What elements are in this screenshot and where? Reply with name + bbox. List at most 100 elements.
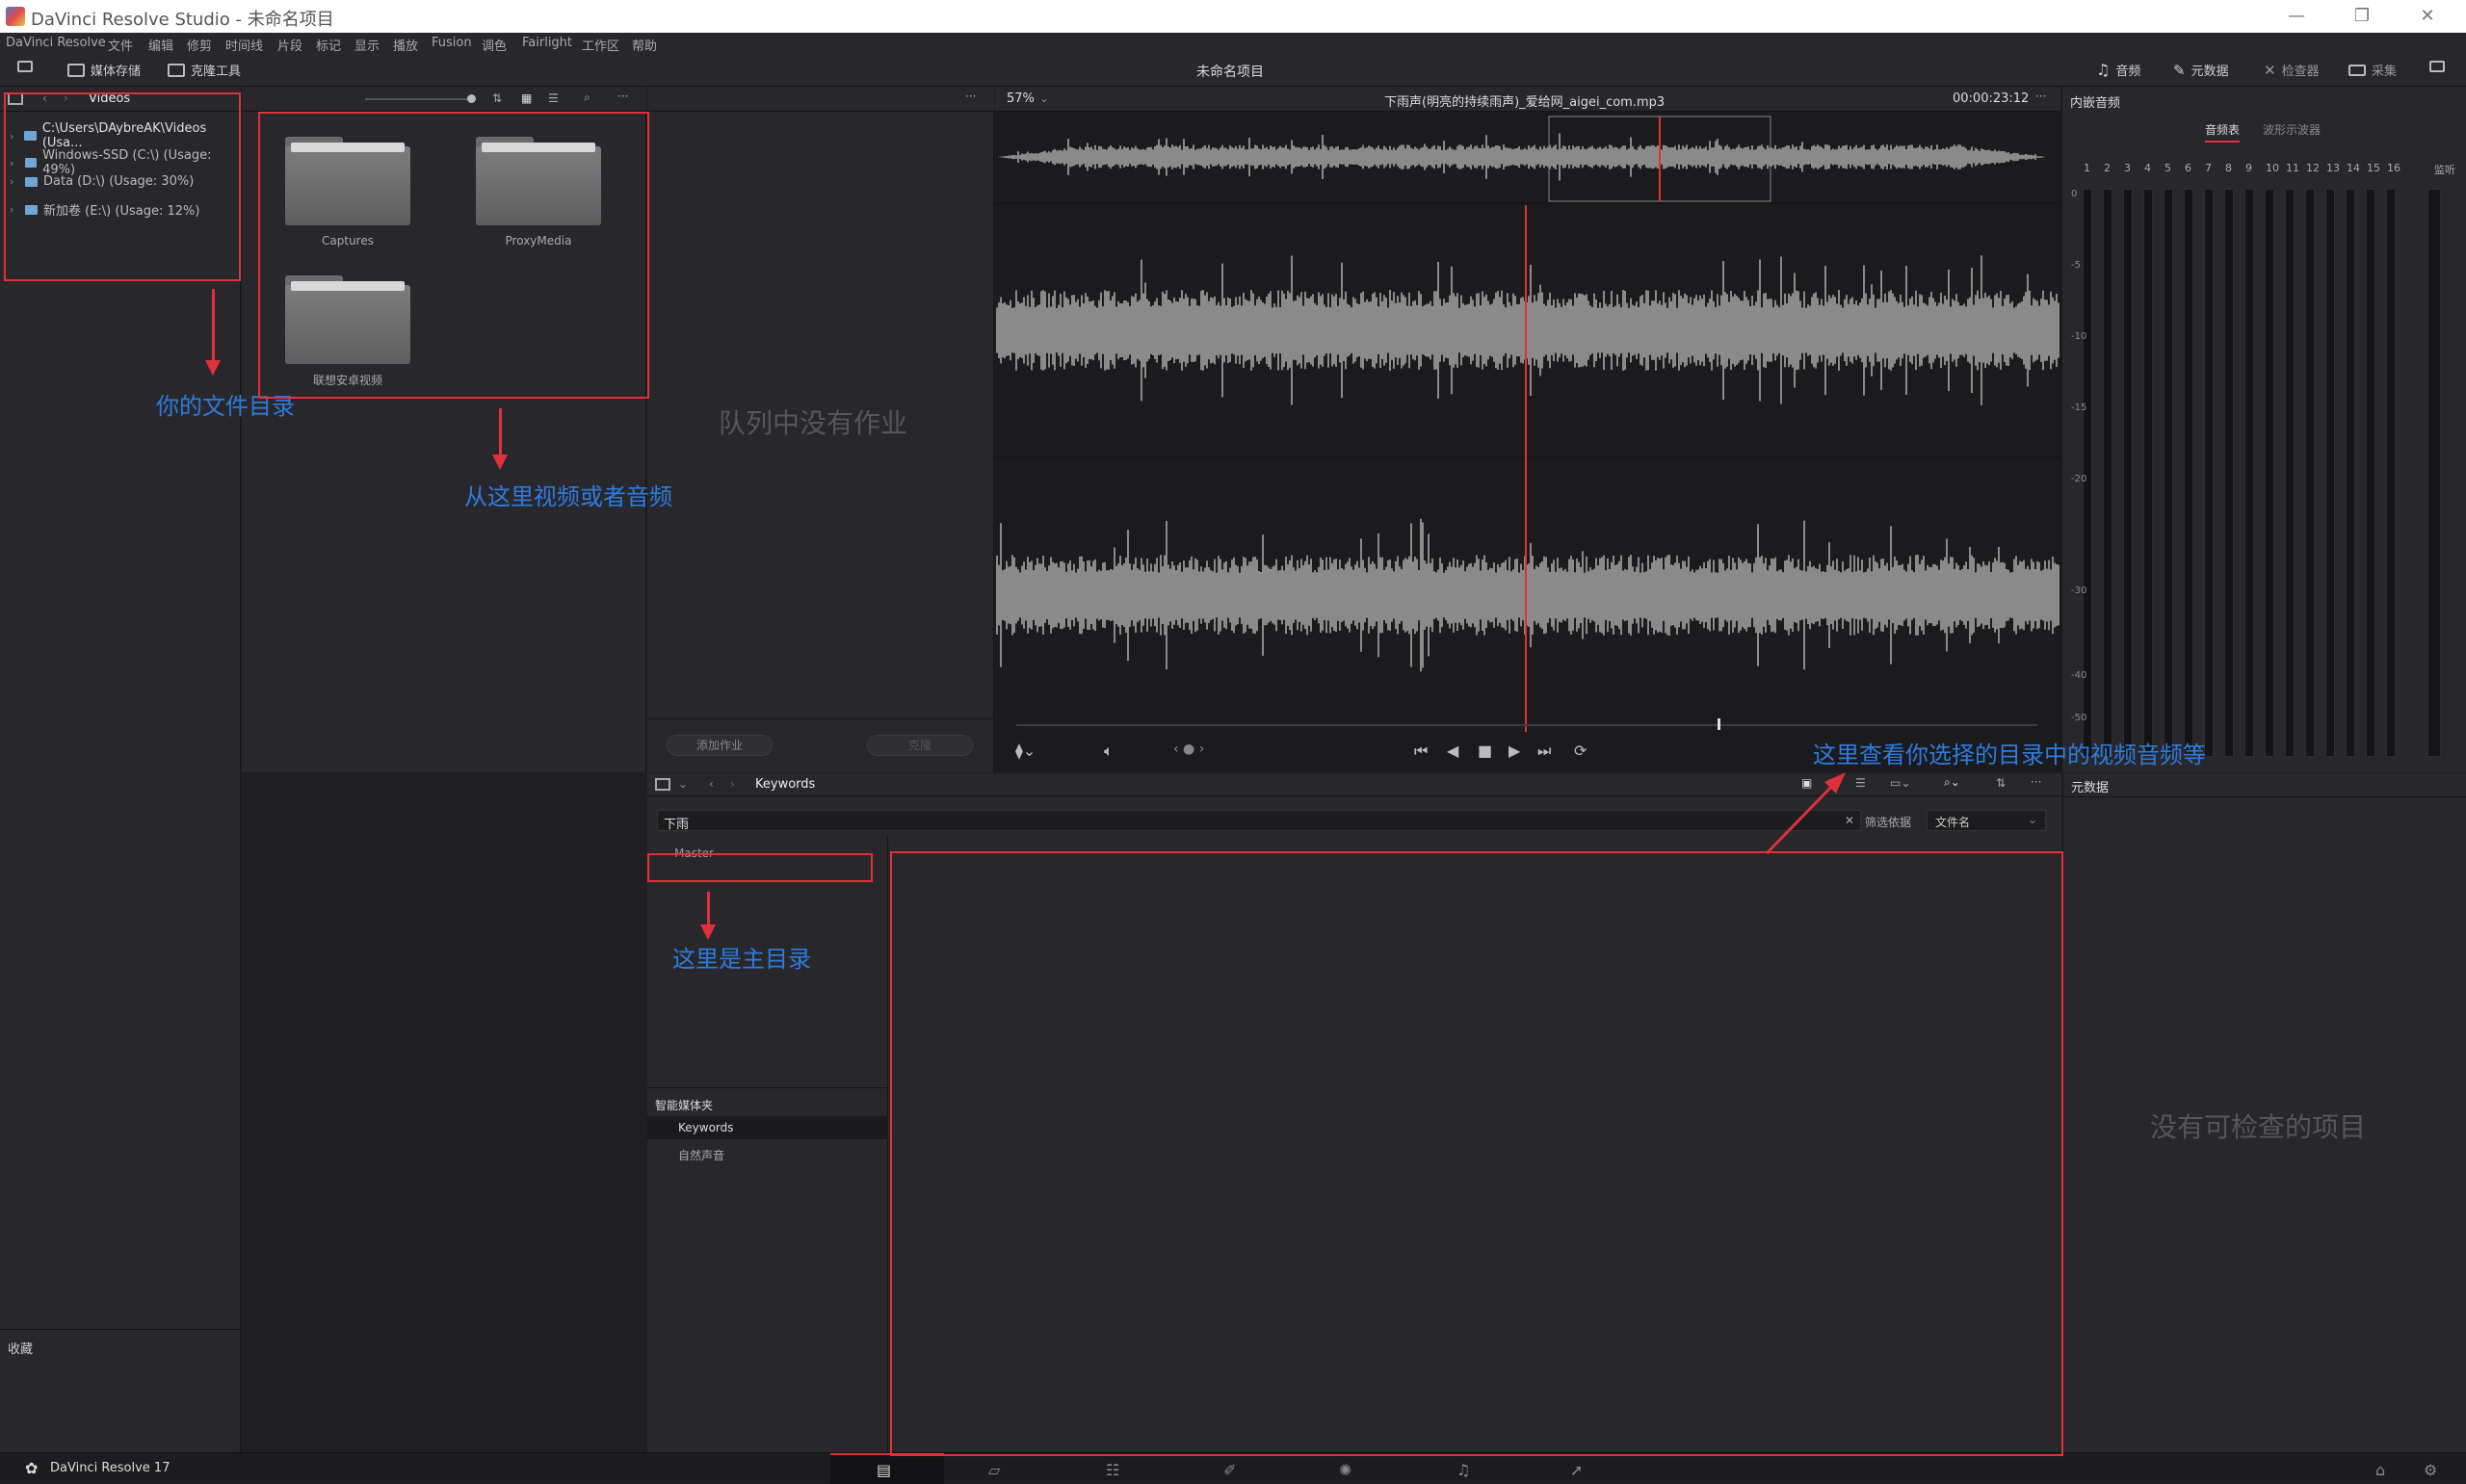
forward-arrow-icon[interactable]: › — [730, 777, 735, 791]
fusion-page-icon[interactable]: ✐ — [1223, 1461, 1236, 1479]
play-icon[interactable]: ▶ — [1508, 742, 1520, 760]
metadata-view-icon[interactable]: ▭⌄ — [1890, 776, 1910, 790]
zoom-slider-handle[interactable] — [467, 94, 476, 103]
fairlight-page-icon[interactable]: ♫ — [1456, 1461, 1470, 1479]
meter-channel-label: 11 — [2286, 162, 2299, 174]
chevron-down-icon[interactable]: ⌄ — [678, 777, 688, 791]
timecode-display: 00:00:23:12 — [1953, 91, 2030, 106]
inspector-button[interactable]: ✕ 检查器 — [2264, 61, 2320, 80]
menu-timeline[interactable]: 时间线 — [225, 36, 263, 54]
clone-button[interactable]: 克隆 — [867, 735, 973, 756]
step-back-icon[interactable]: ◀ — [1447, 742, 1458, 760]
stop-icon[interactable]: ■ — [1478, 742, 1492, 760]
menu-fairlight[interactable]: Fairlight — [522, 36, 572, 50]
monitor-meter — [2427, 189, 2441, 757]
capture-button[interactable]: 采集 — [2348, 61, 2397, 79]
clone-tool-button[interactable]: 克隆工具 — [168, 61, 241, 79]
restore-button[interactable]: ❐ — [2343, 4, 2381, 29]
minimize-button[interactable]: — — [2277, 4, 2316, 29]
menu-playback[interactable]: 播放 — [393, 36, 418, 54]
channel-2-waveform — [996, 518, 2059, 672]
add-job-button[interactable]: 添加作业 — [667, 735, 773, 756]
scrubber-handle[interactable] — [1718, 718, 1720, 730]
db-scale-label: -5 — [2071, 260, 2081, 271]
sidebar-toggle-icon[interactable] — [655, 778, 670, 791]
deliver-page-icon[interactable]: ➚ — [1570, 1461, 1583, 1479]
menu-workspace[interactable]: 工作区 — [582, 36, 619, 54]
menu-view[interactable]: 显示 — [354, 36, 380, 54]
clone-tool-icon — [168, 63, 185, 77]
zoom-dropdown[interactable]: 57% — [1007, 91, 1035, 106]
cut-page-icon[interactable]: ▱ — [988, 1461, 1000, 1479]
annotation-box-file-tree — [4, 92, 241, 281]
monitor-icon[interactable] — [17, 61, 33, 72]
home-icon[interactable]: ⌂ — [2375, 1461, 2385, 1479]
divider — [0, 1329, 241, 1330]
list-view-icon[interactable]: ☰ — [548, 91, 559, 105]
volume-icon[interactable]: 🔈︎ — [1104, 742, 1114, 761]
db-scale-label: -10 — [2071, 331, 2087, 342]
smart-bin-nature-sounds[interactable]: 自然声音 — [678, 1147, 724, 1163]
annotation-diagonal-arrow — [1765, 772, 1846, 855]
tag-icon: ✎ — [2173, 61, 2186, 79]
audio-waveform-dropdown[interactable]: ⧫⌄ — [1015, 742, 1036, 760]
menu-fusion[interactable]: Fusion — [432, 36, 472, 50]
menu-mark[interactable]: 标记 — [316, 36, 341, 54]
waveform-display[interactable] — [995, 114, 2060, 732]
search-icon[interactable]: ⌕⌄ — [1944, 775, 1960, 790]
go-to-start-icon[interactable]: ⏮ — [1414, 742, 1428, 761]
overview-waveform — [998, 133, 2046, 181]
tab-audio-meters[interactable]: 音频表 — [2205, 121, 2241, 143]
back-arrow-icon[interactable]: ‹ — [709, 777, 714, 791]
loop-icon[interactable]: ⟳ — [1574, 742, 1587, 760]
db-scale-label: -20 — [2071, 474, 2087, 484]
more-options-icon[interactable]: ··· — [2035, 90, 2046, 103]
grid-view-icon[interactable]: ▦ — [521, 91, 532, 105]
annotation-arrow — [212, 289, 215, 362]
search-input[interactable]: 下雨 ✕ — [657, 810, 1861, 832]
audio-button[interactable]: ♫ 音频 — [2096, 61, 2140, 79]
menu-color[interactable]: 调色 — [482, 36, 507, 54]
more-options-icon[interactable]: ··· — [617, 90, 628, 103]
meter-channel-14 — [2346, 189, 2355, 757]
meter-channel-label: 3 — [2124, 162, 2131, 174]
jog-control[interactable]: ‹ ● › — [1173, 742, 1204, 757]
menu-file[interactable]: 文件 — [108, 36, 133, 54]
list-view-icon[interactable]: ☰ — [1855, 776, 1866, 790]
more-options-icon[interactable]: ··· — [2031, 775, 2041, 789]
menu-help[interactable]: 帮助 — [632, 36, 657, 54]
metadata-button[interactable]: ✎ 元数据 — [2173, 61, 2229, 80]
menu-clip[interactable]: 片段 — [277, 36, 302, 54]
annotation-arrow — [707, 892, 710, 926]
filter-by-dropdown[interactable]: 文件名 ⌄ — [1927, 810, 2046, 831]
tab-waveform-scope[interactable]: 波形示波器 — [2263, 121, 2321, 138]
audio-panel: 内嵌音频 音频表 波形示波器 监听 — [2061, 87, 2466, 772]
search-icon[interactable]: ⌕ — [584, 91, 590, 105]
clip-filename[interactable]: 下雨声(明亮的持续雨声)_爱给网_aigei_com.mp3 — [1384, 91, 1665, 110]
db-scale-label: -15 — [2071, 403, 2087, 413]
media-storage-button[interactable]: 媒体存储 — [67, 61, 141, 79]
annotation-from-here: 从这里视频或者音频 — [464, 483, 672, 510]
zoom-slider-track[interactable] — [365, 98, 471, 100]
menu-davinci[interactable]: DaVinci Resolve — [6, 36, 106, 50]
sort-icon[interactable]: ⇅ — [492, 91, 502, 105]
close-button[interactable]: ✕ — [2408, 4, 2447, 29]
clone-queue-panel: ··· 队列中没有作业 — [647, 87, 994, 772]
waveform-trace — [996, 518, 2059, 672]
more-options-icon[interactable]: ··· — [965, 90, 976, 103]
menu-trim[interactable]: 修剪 — [187, 36, 212, 54]
fullscreen-monitor-icon[interactable] — [2429, 61, 2445, 72]
settings-gear-icon[interactable]: ⚙ — [2424, 1461, 2437, 1479]
go-to-end-icon[interactable]: ⏭ — [1537, 742, 1551, 761]
sort-icon[interactable]: ⇅ — [1996, 776, 2006, 790]
annotation-box-master — [647, 853, 873, 882]
color-page-icon[interactable]: ✺ — [1339, 1461, 1351, 1479]
window-titlebar: DaVinci Resolve Studio - 未命名项目 — ❐ ✕ — [0, 0, 2466, 33]
empty-queue-text: 队列中没有作业 — [719, 407, 908, 439]
meter-channel-7 — [2204, 189, 2214, 757]
smart-bin-keywords[interactable]: Keywords — [647, 1116, 888, 1139]
menu-edit[interactable]: 编辑 — [148, 36, 173, 54]
edit-page-icon[interactable]: ☷ — [1106, 1461, 1119, 1479]
page-media-tab[interactable]: ▤ — [830, 1453, 944, 1484]
scrubber-track[interactable] — [1016, 724, 2037, 726]
